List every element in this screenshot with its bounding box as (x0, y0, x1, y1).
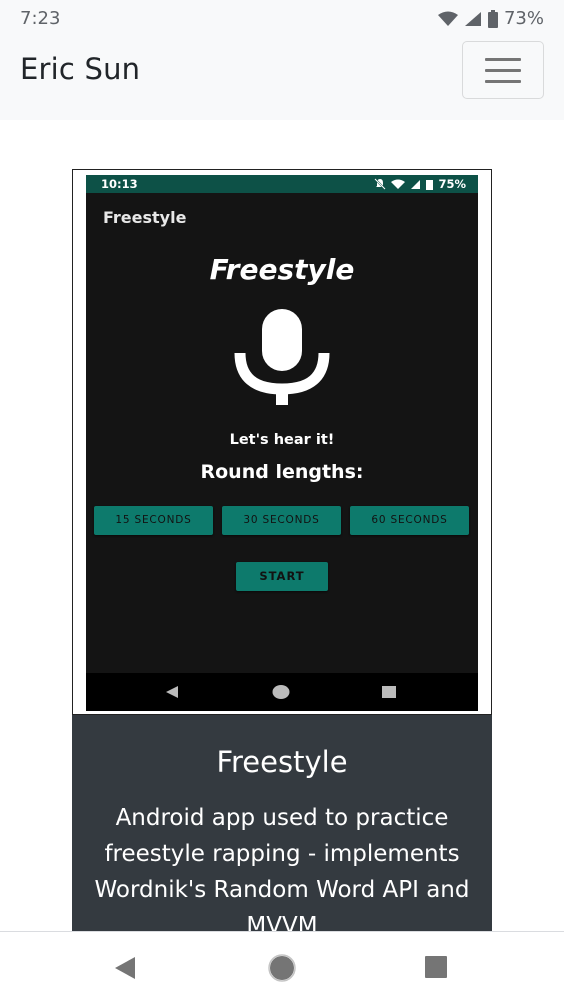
site-brand[interactable]: Eric Sun (20, 52, 140, 86)
hamburger-line (485, 69, 521, 72)
app-subtitle: Let's hear it! (229, 432, 335, 448)
round-30-button: 30 SECONDS (222, 506, 341, 535)
app-screenshot: 10:13 75% Freestyle Freestyle Let's hear… (86, 175, 478, 711)
project-description: Android app used to practice freestyle r… (94, 805, 470, 939)
home-icon[interactable] (268, 954, 296, 982)
round-15-button: 15 SECONDS (94, 506, 213, 535)
app-bar-title: Freestyle (103, 208, 187, 227)
hamburger-menu-icon (485, 58, 521, 61)
home-icon (272, 685, 290, 699)
menu-toggle-button[interactable] (462, 41, 544, 99)
round-60-button: 60 SECONDS (350, 506, 469, 535)
wifi-icon (437, 11, 458, 26)
recents-icon (382, 686, 396, 698)
hamburger-line (485, 80, 521, 83)
app-status-time: 10:13 (101, 177, 138, 191)
microphone-icon (234, 309, 330, 405)
recents-icon[interactable] (425, 956, 447, 978)
wifi-icon (391, 179, 406, 189)
round-lengths-label: Round lengths: (200, 461, 364, 483)
app-status-icons: 75% (374, 177, 466, 191)
back-icon (166, 686, 178, 698)
battery-icon (426, 179, 434, 190)
project-screenshot: 10:13 75% Freestyle Freestyle Let's hear… (72, 169, 492, 715)
app-heading: Freestyle (209, 253, 355, 286)
back-icon[interactable] (114, 956, 136, 980)
battery-icon (487, 9, 498, 28)
app-nav-bar (86, 673, 478, 711)
status-time: 7:23 (20, 8, 61, 29)
project-title: Freestyle (216, 745, 348, 779)
status-bar: 7:23 73% (0, 0, 564, 36)
project-card[interactable]: 10:13 75% Freestyle Freestyle Let's hear… (72, 169, 492, 939)
signal-icon (411, 179, 421, 189)
navbar: Eric Sun (0, 36, 564, 120)
app-status-bar: 10:13 75% (86, 175, 478, 193)
system-nav-bar (0, 931, 564, 1004)
status-icons: 73% (437, 8, 544, 29)
bell-off-icon (374, 178, 387, 190)
signal-icon (464, 11, 481, 26)
start-button: START (236, 562, 328, 591)
battery-percent: 73% (503, 8, 544, 29)
app-status-battery: 75% (438, 177, 466, 191)
